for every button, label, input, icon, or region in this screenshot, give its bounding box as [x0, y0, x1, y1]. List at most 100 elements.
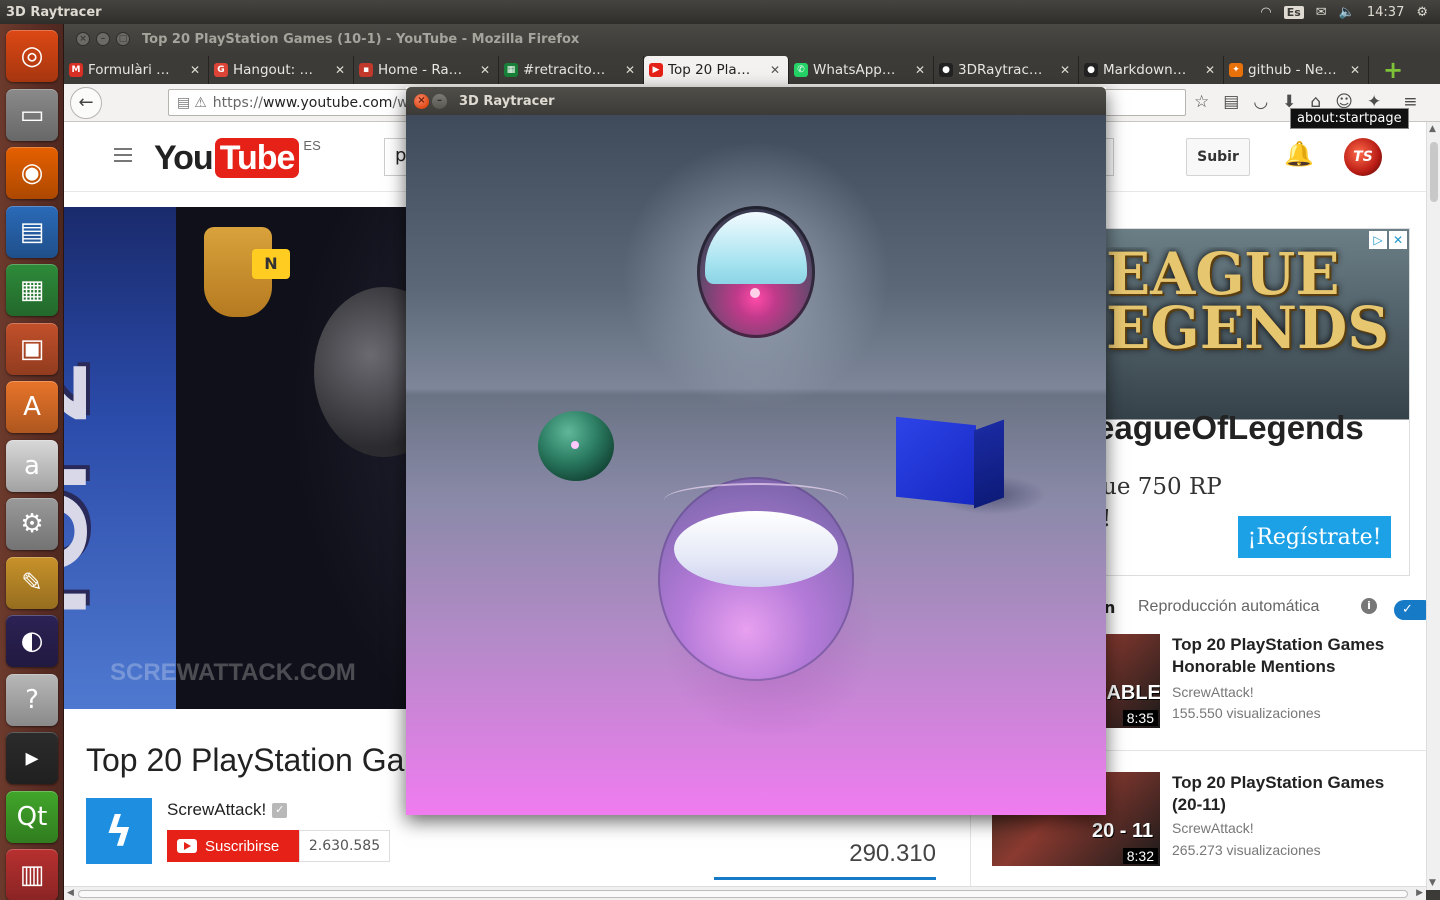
ad-close-icon[interactable]: ✕ [1389, 231, 1407, 249]
tab-close-icon[interactable]: ✕ [1350, 63, 1360, 77]
ad-controls: ▷ ✕ [1369, 231, 1407, 249]
scroll-right-icon[interactable]: ▶ [1416, 888, 1423, 898]
extra-icon[interactable]: ▥ [6, 849, 58, 900]
raytracer-window[interactable]: × – 3D Raytracer [406, 87, 1106, 815]
tab-0[interactable]: M Formulàri … ✕ [64, 56, 209, 84]
ubuntu-dash-icon[interactable]: ◎ [6, 30, 58, 82]
video-frame-left: TOP2 [64, 207, 176, 709]
minimize-window-button[interactable]: – [432, 93, 447, 109]
clock[interactable]: 14:37 [1367, 5, 1404, 20]
tab-favicon-icon: G [214, 63, 228, 77]
software-center-icon[interactable]: A [6, 381, 58, 433]
reading-list-icon[interactable]: ▤ [1223, 92, 1239, 112]
advertisement[interactable]: EAGUE EGENDS ▷ ✕ eagueOfLegends ue 750 RP… [1105, 228, 1410, 576]
horizontal-scroll-thumb[interactable] [78, 890, 1408, 898]
avatar[interactable]: TS [1344, 138, 1382, 176]
firefox-icon[interactable]: ◉ [6, 147, 58, 199]
tab-favicon-icon: ✆ [794, 63, 808, 77]
close-window-button[interactable]: × [414, 93, 429, 109]
impress-icon[interactable]: ▣ [6, 322, 58, 375]
like-ratio-bar [714, 877, 936, 880]
tab-favicon-icon: ▪ [359, 63, 373, 77]
launcher: ◎ ▭ ◉ ▤ ▦ ▣ Aa ⚙ ✎ ◐? ▸ Qt ▥ [0, 24, 64, 900]
tab-favicon-icon: ▦ [504, 63, 518, 77]
tab-label: Hangout: … [233, 62, 313, 78]
page-info-icon[interactable]: ▤ [177, 95, 190, 111]
desktop: 3D Raytracer ◠ Es ✉ 🔈 14:37 ⚙ ◎ ▭ ◉ ▤ ▦ ▣ Aa ⚙ ✎… [0, 0, 1440, 900]
settings-icon[interactable]: ⚙ [6, 498, 58, 550]
tab-close-icon[interactable]: ✕ [625, 63, 635, 77]
tab-5[interactable]: ✆ WhatsApp… ✕ [789, 56, 934, 84]
app-icon[interactable]: ✎ [6, 556, 58, 609]
tab-3[interactable]: ▦ #retracito… ✕ [499, 56, 644, 84]
raytracer-render [406, 115, 1106, 815]
keyboard-layout-indicator[interactable]: Es [1283, 5, 1304, 19]
tab-close-icon[interactable]: ✕ [1205, 63, 1215, 77]
minimize-window-button[interactable]: – [96, 32, 110, 46]
tab-favicon-icon: ▶ [649, 63, 663, 77]
vertical-scroll-thumb[interactable] [1430, 142, 1438, 202]
related-title[interactable]: Top 20 PlayStation Games Honorable Menti… [1172, 634, 1402, 678]
tab-favicon-icon: ● [1084, 63, 1098, 77]
related-title[interactable]: Top 20 PlayStation Games (20-11) [1172, 772, 1402, 816]
tab-close-icon[interactable]: ✕ [915, 63, 925, 77]
autoplay-label: Reproducción automática [1138, 598, 1320, 615]
volume-icon[interactable]: 🔈 [1339, 5, 1355, 20]
scroll-down-icon[interactable]: ▼ [1429, 878, 1436, 888]
tab-label: Top 20 Pla… [668, 62, 751, 78]
mail-icon[interactable]: ✉ [1316, 5, 1327, 20]
bookmark-star-icon[interactable]: ☆ [1194, 92, 1209, 112]
subscribe-button[interactable]: Suscribirse [167, 830, 299, 862]
tab-close-icon[interactable]: ✕ [1060, 63, 1070, 77]
tab-close-icon[interactable]: ✕ [480, 63, 490, 77]
tab-label: WhatsApp… [813, 62, 896, 78]
channel-logo[interactable]: ϟ [86, 798, 152, 864]
ad-brand: eagueOfLegends [1105, 409, 1364, 446]
qt-icon[interactable]: Qt [6, 790, 58, 843]
channel-name[interactable]: ScrewAttack! ✓ [167, 800, 288, 820]
info-icon[interactable]: i [1361, 598, 1377, 614]
view-count: 290.310 [849, 840, 936, 867]
pocket-icon[interactable]: ◡ [1253, 92, 1268, 112]
youtube-logo[interactable]: You Tube ES [154, 138, 321, 178]
maximize-window-button[interactable]: □ [116, 32, 130, 46]
new-tab-button[interactable]: + [1383, 56, 1403, 84]
raytracer-titlebar[interactable]: × – 3D Raytracer [406, 87, 1106, 115]
files-icon[interactable]: ▭ [6, 88, 58, 141]
tab-7[interactable]: ● Markdown… ✕ [1079, 56, 1224, 84]
horizontal-scrollbar[interactable]: ◀ ▶ [64, 886, 1426, 900]
close-window-button[interactable]: × [76, 32, 90, 46]
tab-2[interactable]: ▪ Home - Ra… ✕ [354, 56, 499, 84]
back-button[interactable]: ← [70, 86, 102, 119]
tab-8[interactable]: ✦ github - Ne… ✕ [1224, 56, 1369, 84]
youtube-play-icon [177, 839, 197, 853]
tab-4[interactable]: ▶ Top 20 Pla… ✕ [644, 56, 789, 84]
ad-info-icon[interactable]: ▷ [1369, 231, 1387, 249]
upload-button[interactable]: Subir [1186, 138, 1250, 176]
scroll-left-icon[interactable]: ◀ [67, 888, 74, 898]
guide-menu-icon[interactable] [114, 148, 132, 162]
ad-register-button[interactable]: ¡Regístrate! [1238, 516, 1391, 558]
wifi-icon[interactable]: ◠ [1260, 5, 1271, 20]
amazon-icon[interactable]: a [6, 439, 58, 492]
warning-icon: ⚠ [194, 94, 207, 111]
calc-icon[interactable]: ▦ [6, 264, 58, 316]
help-icon[interactable]: ? [6, 673, 58, 726]
tab-1[interactable]: G Hangout: … ✕ [209, 56, 354, 84]
bell-icon[interactable]: 🔔 [1284, 140, 1314, 168]
writer-icon[interactable]: ▤ [6, 205, 58, 258]
scroll-up-icon[interactable]: ▲ [1429, 124, 1436, 134]
tab-close-icon[interactable]: ✕ [770, 63, 780, 77]
tab-close-icon[interactable]: ✕ [190, 63, 200, 77]
tab-6[interactable]: ● 3DRaytrac… ✕ [934, 56, 1079, 84]
autoplay-toggle[interactable]: ✓ [1394, 600, 1426, 620]
tab-close-icon[interactable]: ✕ [335, 63, 345, 77]
vertical-scrollbar[interactable]: ▲ ▼ [1426, 122, 1440, 890]
terminal-icon[interactable]: ▸ [6, 732, 58, 784]
tab-favicon-icon: ● [939, 63, 953, 77]
eclipse-icon[interactable]: ◐ [6, 615, 58, 667]
power-gear-icon[interactable]: ⚙ [1416, 5, 1428, 20]
arrow-left-icon: ← [78, 92, 94, 113]
raytracer-window-title: 3D Raytracer [459, 93, 555, 109]
related-channel: ScrewAttack! [1172, 820, 1254, 836]
